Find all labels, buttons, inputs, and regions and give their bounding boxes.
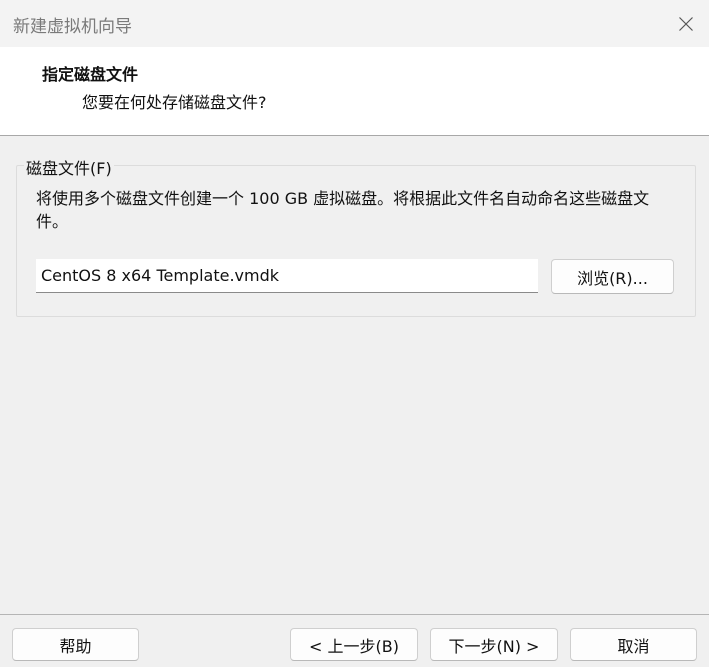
close-button[interactable] xyxy=(663,0,709,47)
disk-file-group-legend: 磁盘文件(F) xyxy=(24,155,114,179)
wizard-header: 指定磁盘文件 您要在何处存储磁盘文件? xyxy=(0,47,709,136)
window-title: 新建虚拟机向导 xyxy=(13,17,132,37)
disk-file-name-input[interactable] xyxy=(36,259,538,293)
page-subtitle: 您要在何处存储磁盘文件? xyxy=(82,93,267,112)
disk-file-description: 将使用多个磁盘文件创建一个 100 GB 虚拟磁盘。将根据此文件名自动命名这些磁… xyxy=(36,189,650,231)
browse-button[interactable]: 浏览(R)... xyxy=(551,259,674,294)
back-button[interactable]: < 上一步(B) xyxy=(290,628,418,661)
next-button[interactable]: 下一步(N) > xyxy=(430,628,558,661)
help-button[interactable]: 帮助 xyxy=(12,628,139,661)
title-bar: 新建虚拟机向导 xyxy=(0,0,709,47)
page-title: 指定磁盘文件 xyxy=(42,65,139,84)
footer-divider xyxy=(0,614,709,615)
cancel-button[interactable]: 取消 xyxy=(570,628,697,661)
close-icon xyxy=(678,16,694,32)
